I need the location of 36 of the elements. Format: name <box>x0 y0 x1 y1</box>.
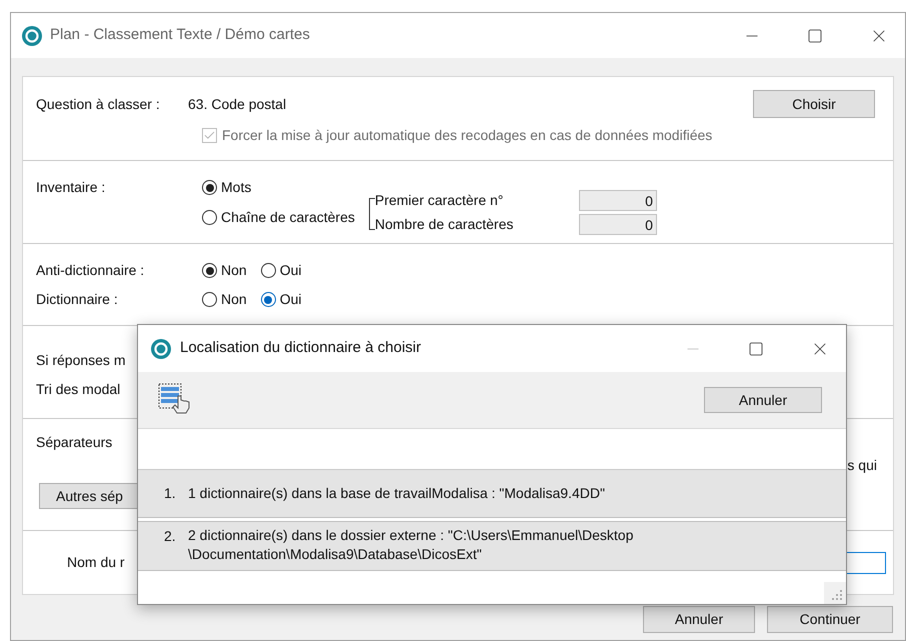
separators-label: Séparateurs <box>36 433 114 452</box>
field-label: Nombre de caractères <box>374 215 514 234</box>
dialog-button[interactable]: Annuler <box>643 606 755 633</box>
radio-button[interactable]: Chaîne de caractères <box>202 207 355 228</box>
dictionary-list-item[interactable]: 1. 1 dictionnaire(s) dans la base de travailModalisa : "Modalisa9.4DD" <box>138 470 846 518</box>
radio-button[interactable]: Non <box>202 289 247 310</box>
field-label: Premier caractère n° <box>374 191 504 210</box>
item-number: 2. <box>164 527 177 546</box>
maximize-icon[interactable] <box>807 28 823 44</box>
app-logo-icon <box>22 26 42 46</box>
radio-button[interactable]: Oui <box>260 289 302 310</box>
separators-text: s qui <box>847 456 877 475</box>
maximize-icon[interactable] <box>748 340 764 356</box>
radio-button[interactable]: Non <box>202 260 247 281</box>
item-text: 2 dictionnaire(s) dans le dossier externe : "C:\Users\Emmanuel\Desktop \Documentation\Modalisa9\Database\DicosExt" <box>188 526 634 564</box>
inventory-label: Inventaire : <box>36 178 106 197</box>
question-value: 63. Code postal <box>188 94 286 114</box>
question-label: Question à classer : <box>36 94 161 114</box>
choose-button[interactable]: Choisir <box>753 90 875 118</box>
radio-button[interactable]: Oui <box>260 260 302 281</box>
name-label: Nom du r <box>67 553 125 572</box>
app-logo-icon <box>151 338 171 358</box>
dialog-button[interactable]: Continuer <box>767 606 893 633</box>
dictionary-label: Anti-dictionnaire : <box>36 261 146 280</box>
dictionary-label: Dictionnaire : <box>36 290 119 309</box>
option-label: Si réponses m <box>36 351 126 370</box>
number-field[interactable]: 0 <box>578 190 657 211</box>
dialog-title: Localisation du dictionnaire à choisir <box>180 338 421 358</box>
cancel-button[interactable]: Annuler <box>704 387 822 413</box>
radio-button[interactable]: Mots <box>202 177 355 198</box>
item-text: 1 dictionnaire(s) dans la base de travailModalisa : "Modalisa9.4DD" <box>188 484 605 503</box>
dictionary-list-item[interactable]: 2. 2 dictionnaire(s) dans le dossier externe : "C:\Users\Emmanuel\Desktop \Documentation\Modalisa9\Database\DicosExt" <box>138 521 846 571</box>
item-number: 1. <box>164 484 177 503</box>
window-title: Plan - Classement Texte / Démo cartes <box>50 25 310 46</box>
resize-grip-icon[interactable] <box>824 582 846 604</box>
number-field[interactable]: 0 <box>578 214 657 235</box>
